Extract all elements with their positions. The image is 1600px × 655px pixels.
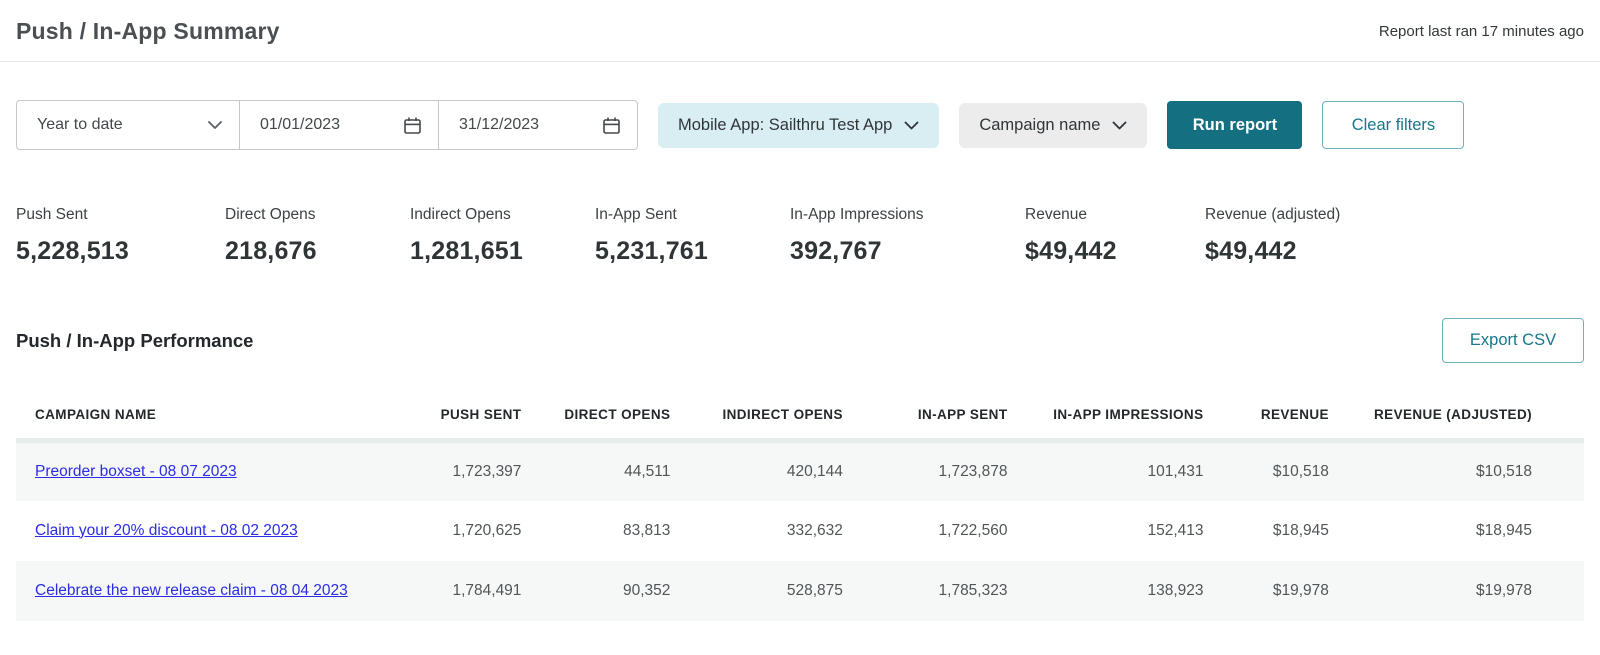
stat-label: Revenue (adjusted) [1205, 206, 1341, 223]
metric-cell: 1,720,625 [452, 521, 522, 539]
stat-indirect-opens: Indirect Opens 1,281,651 [410, 206, 595, 266]
campaign-link[interactable]: Preorder boxset - 08 07 2023 [35, 463, 237, 480]
stat-label: Push Sent [16, 206, 88, 223]
start-date-value: 01/01/2023 [260, 116, 341, 133]
metric-cell: 152,413 [1147, 521, 1204, 539]
stat-value: $49,442 [1205, 237, 1297, 265]
metric-cell: 83,813 [622, 521, 671, 539]
page-header: Push / In-App Summary Report last ran 17… [0, 0, 1600, 62]
page-title: Push / In-App Summary [16, 18, 280, 44]
clear-filters-button[interactable]: Clear filters [1322, 101, 1465, 149]
metric-cell: 101,431 [1147, 462, 1204, 480]
end-date-value: 31/12/2023 [459, 116, 540, 133]
stat-revenue-adjusted: Revenue (adjusted) $49,442 [1205, 206, 1340, 266]
run-report-button[interactable]: Run report [1167, 101, 1303, 149]
stat-value: 1,281,651 [410, 237, 524, 265]
export-csv-button[interactable]: Export CSV [1442, 318, 1584, 363]
metric-cell: 332,632 [786, 521, 843, 539]
chevron-down-icon [904, 121, 919, 130]
summary-stats: Push Sent 5,228,513 Direct Opens 218,676… [16, 206, 1584, 266]
campaign-link[interactable]: Claim your 20% discount - 08 02 2023 [35, 522, 298, 539]
column-header-indirect-opens: INDIRECT OPENS [682, 393, 855, 443]
campaign-link[interactable]: Celebrate the new release claim - 08 04 … [35, 582, 348, 599]
date-preset-select[interactable]: Year to date [17, 101, 239, 149]
end-date-input[interactable]: 31/12/2023 [438, 101, 637, 149]
performance-table-wrap: CAMPAIGN NAME PUSH SENT DIRECT OPENS INDIRE… [16, 393, 1584, 621]
metric-cell: $10,518 [1475, 462, 1532, 480]
calendar-icon [602, 116, 621, 135]
metric-cell: 1,784,491 [452, 581, 522, 599]
metric-cell: 1,722,560 [938, 521, 1008, 539]
stat-label: Direct Opens [225, 206, 316, 223]
stat-value: 5,228,513 [16, 237, 130, 265]
metric-cell: 138,923 [1147, 581, 1204, 599]
stat-direct-opens: Direct Opens 218,676 [225, 206, 410, 266]
stat-value: $49,442 [1025, 237, 1117, 265]
metric-cell: 44,511 [624, 462, 671, 480]
metric-cell: 1,785,323 [938, 581, 1008, 599]
stat-label: In-App Impressions [790, 206, 924, 223]
column-header-push-sent: PUSH SENT [431, 393, 534, 443]
table-row: Claim your 20% discount - 08 02 2023 1,72… [16, 501, 1584, 561]
stat-value: 392,767 [790, 237, 882, 265]
stat-value: 218,676 [225, 237, 317, 265]
column-header-revenue: REVENUE [1215, 393, 1341, 443]
column-header-revenue-adjusted: REVENUE (ADJUSTED) [1340, 393, 1584, 443]
stat-push-sent: Push Sent 5,228,513 [16, 206, 225, 266]
column-header-campaign-name: CAMPAIGN NAME [16, 393, 432, 443]
performance-table: CAMPAIGN NAME PUSH SENT DIRECT OPENS INDIRE… [16, 393, 1584, 621]
app-filter-value: Mobile App: Sailthru Test App [678, 115, 893, 134]
metric-cell: $19,978 [1475, 581, 1532, 599]
metric-cell: 1,723,878 [938, 462, 1008, 480]
metric-cell: $10,518 [1272, 462, 1329, 480]
stat-label: Revenue [1025, 206, 1088, 223]
metric-cell: 528,875 [786, 581, 843, 599]
performance-section-header: Push / In-App Performance Export CSV [16, 318, 1584, 363]
stat-value: 5,231,761 [595, 237, 709, 265]
table-header-row: CAMPAIGN NAME PUSH SENT DIRECT OPENS INDIRE… [16, 393, 1584, 443]
metric-cell: $18,945 [1475, 521, 1532, 539]
metric-cell: 1,723,397 [452, 462, 522, 480]
table-row: Celebrate the new release claim - 08 04 … [16, 560, 1584, 621]
app-filter-dropdown[interactable]: Mobile App: Sailthru Test App [658, 102, 940, 148]
column-header-in-app-sent: IN-APP SENT [854, 393, 1020, 443]
report-last-ran-status: Report last ran 17 minutes ago [1378, 23, 1584, 40]
performance-section-title: Push / In-App Performance [16, 329, 254, 351]
campaign-name-filter-dropdown[interactable]: Campaign name [959, 102, 1148, 148]
stat-in-app-sent: In-App Sent 5,231,761 [595, 206, 790, 266]
date-range-group: Year to date 01/01/2023 31/12/2023 [16, 100, 638, 150]
metric-cell: 420,144 [786, 462, 843, 480]
start-date-input[interactable]: 01/01/2023 [239, 101, 438, 149]
campaign-name-cell: Claim your 20% discount - 08 02 2023 [16, 501, 432, 561]
table-row: Preorder boxset - 08 07 2023 1,723,397 44,… [16, 440, 1584, 501]
calendar-icon [403, 116, 422, 135]
metric-cell: $19,978 [1272, 581, 1329, 599]
stat-label: Indirect Opens [410, 206, 511, 223]
date-preset-value: Year to date [37, 116, 123, 133]
chevron-down-icon [1112, 121, 1127, 130]
campaign-name-cell: Preorder boxset - 08 07 2023 [16, 441, 432, 501]
stat-revenue: Revenue $49,442 [1025, 206, 1205, 266]
stat-in-app-impressions: In-App Impressions 392,767 [790, 206, 1025, 266]
metric-cell: 90,352 [622, 581, 671, 599]
stat-label: In-App Sent [595, 206, 677, 223]
campaign-filter-value: Campaign name [979, 115, 1101, 134]
metric-cell: $18,945 [1272, 521, 1329, 539]
column-header-direct-opens: DIRECT OPENS [533, 393, 683, 443]
campaign-name-cell: Celebrate the new release claim - 08 04 … [16, 561, 432, 621]
column-header-in-app-impressions: IN-APP IMPRESSIONS [1019, 393, 1216, 443]
chevron-down-icon [207, 120, 223, 130]
filter-bar: Year to date 01/01/2023 31/12/2023 Mobil… [16, 100, 1584, 150]
